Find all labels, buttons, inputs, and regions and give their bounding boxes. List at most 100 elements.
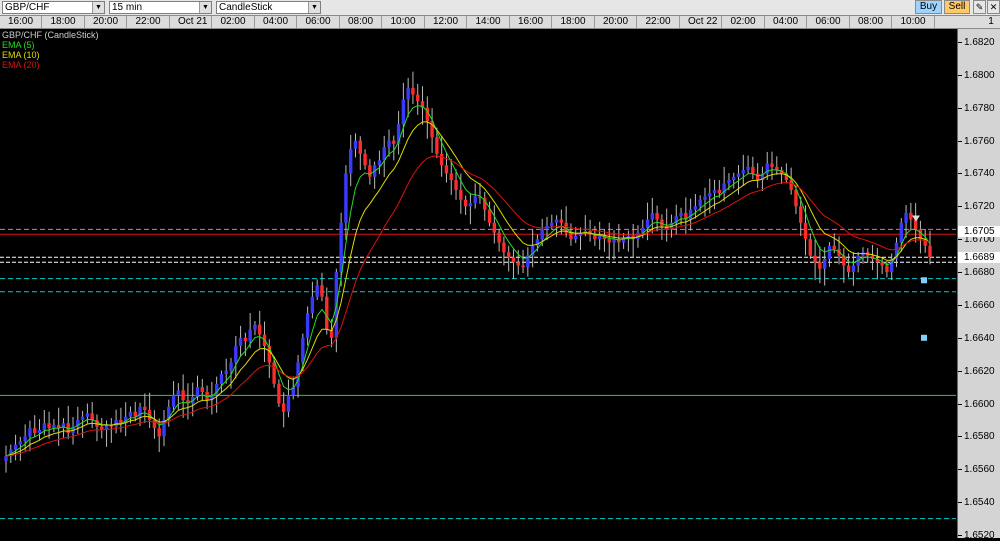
time-axis-separator xyxy=(83,16,85,28)
candle-body xyxy=(540,229,544,240)
candle-body xyxy=(569,232,573,240)
time-axis-separator xyxy=(211,16,212,28)
legend-ema20: EMA (20) xyxy=(2,60,40,70)
candle-body xyxy=(52,424,56,429)
time-axis-label: 10:00 xyxy=(900,16,926,27)
legend-title: GBP/CHF (CandleStick) xyxy=(2,30,99,40)
candle-body xyxy=(416,94,420,102)
candle-body xyxy=(612,239,616,243)
candle-body xyxy=(248,329,252,342)
price-tick xyxy=(958,74,962,76)
symbol-select-value: GBP/CHF xyxy=(5,2,50,13)
time-axis-separator xyxy=(423,16,425,28)
candle-body xyxy=(904,212,908,223)
candle-body xyxy=(286,395,291,412)
time-axis-label: 06:00 xyxy=(305,16,331,27)
candle-body xyxy=(928,245,932,258)
price-tick xyxy=(958,370,962,372)
time-axis-label: 04:00 xyxy=(263,16,289,27)
candle-body xyxy=(727,180,731,184)
price-tick xyxy=(958,436,962,438)
candle-body xyxy=(13,444,18,450)
candle-body xyxy=(497,232,501,243)
candle-body xyxy=(459,189,463,200)
candle-body xyxy=(363,153,367,166)
candle-body xyxy=(655,212,659,220)
candle-body xyxy=(909,212,913,220)
candle-body xyxy=(698,199,702,207)
interval-select[interactable]: 15 min ▼ xyxy=(109,1,212,14)
candle-body xyxy=(511,257,516,263)
candle-body xyxy=(554,219,559,223)
price-tick xyxy=(958,469,962,471)
chevron-down-icon[interactable]: ▼ xyxy=(308,2,320,13)
candle-body xyxy=(851,265,856,273)
price-label: 1.6740 xyxy=(964,168,995,180)
chevron-down-icon[interactable]: ▼ xyxy=(92,2,104,13)
time-axis-label: 20:00 xyxy=(93,16,119,27)
edit-icon[interactable]: ✎ xyxy=(973,0,986,14)
candle-body xyxy=(822,258,827,269)
time-axis-separator xyxy=(253,16,255,28)
price-label: 1.6560 xyxy=(964,464,995,476)
buy-button[interactable]: Buy xyxy=(915,0,942,14)
legend-ema5: EMA (5) xyxy=(2,40,35,50)
candle-body xyxy=(281,403,286,412)
candle-body xyxy=(90,413,94,420)
time-axis-separator xyxy=(593,16,595,28)
time-axis-label: 20:00 xyxy=(603,16,629,27)
price-label: 1.6680 xyxy=(964,267,995,279)
chevron-down-icon[interactable]: ▼ xyxy=(199,2,211,13)
candle-body xyxy=(411,88,415,95)
candle-body xyxy=(574,235,578,240)
order-marker-icon xyxy=(921,277,927,284)
price-label: 1.6760 xyxy=(964,135,995,147)
candle-body xyxy=(449,173,453,181)
candle-body xyxy=(732,176,736,181)
candle-body xyxy=(277,383,281,404)
symbol-select[interactable]: GBP/CHF ▼ xyxy=(2,1,105,14)
close-icon[interactable]: ✕ xyxy=(987,0,1000,14)
price-label: 1.6640 xyxy=(964,332,995,344)
price-tick xyxy=(958,206,962,208)
candle-body xyxy=(143,406,147,411)
candle-body xyxy=(506,252,511,258)
candle-body xyxy=(33,428,37,434)
candle-body xyxy=(37,429,42,434)
candle-body xyxy=(305,313,310,338)
candle-body xyxy=(320,285,324,297)
time-axis-label: 14:00 xyxy=(475,16,501,27)
time-axis-label: 08:00 xyxy=(348,16,374,27)
candle-body xyxy=(885,265,889,273)
toolbar: GBP/CHF ▼ 15 min ▼ CandleStick ▼ Buy Sel… xyxy=(0,0,1000,16)
candle-body xyxy=(401,99,406,125)
candle-body xyxy=(358,140,362,154)
time-axis-label: 18:00 xyxy=(50,16,76,27)
price-label: 1.6540 xyxy=(964,497,995,509)
candle-body xyxy=(253,324,257,330)
price-label: 1.6600 xyxy=(964,398,995,410)
time-axis-label: 22:00 xyxy=(645,16,671,27)
candle-body xyxy=(468,203,473,207)
sell-button[interactable]: Sell xyxy=(944,0,970,14)
chart-type-select[interactable]: CandleStick ▼ xyxy=(216,1,321,14)
candle-body xyxy=(234,346,238,363)
time-axis-separator xyxy=(636,16,637,28)
time-axis-label: 22:00 xyxy=(135,16,161,27)
candle-body xyxy=(679,212,683,217)
triangle-marker-icon xyxy=(912,215,920,222)
candle-body xyxy=(708,193,712,197)
time-axis-label: 10:00 xyxy=(390,16,416,27)
time-axis-separator xyxy=(338,16,340,28)
candle-body xyxy=(392,140,396,144)
candle-body xyxy=(712,189,717,194)
candle-body xyxy=(463,199,468,207)
price-chart[interactable] xyxy=(0,29,956,538)
time-axis-label: 02:00 xyxy=(220,16,246,27)
candle-body xyxy=(473,196,477,204)
candle-body xyxy=(717,189,722,194)
candle-body xyxy=(492,222,497,233)
candle-body xyxy=(703,196,707,200)
price-highlight-label: 1.6705 xyxy=(958,225,1000,237)
candle-body xyxy=(368,165,372,177)
